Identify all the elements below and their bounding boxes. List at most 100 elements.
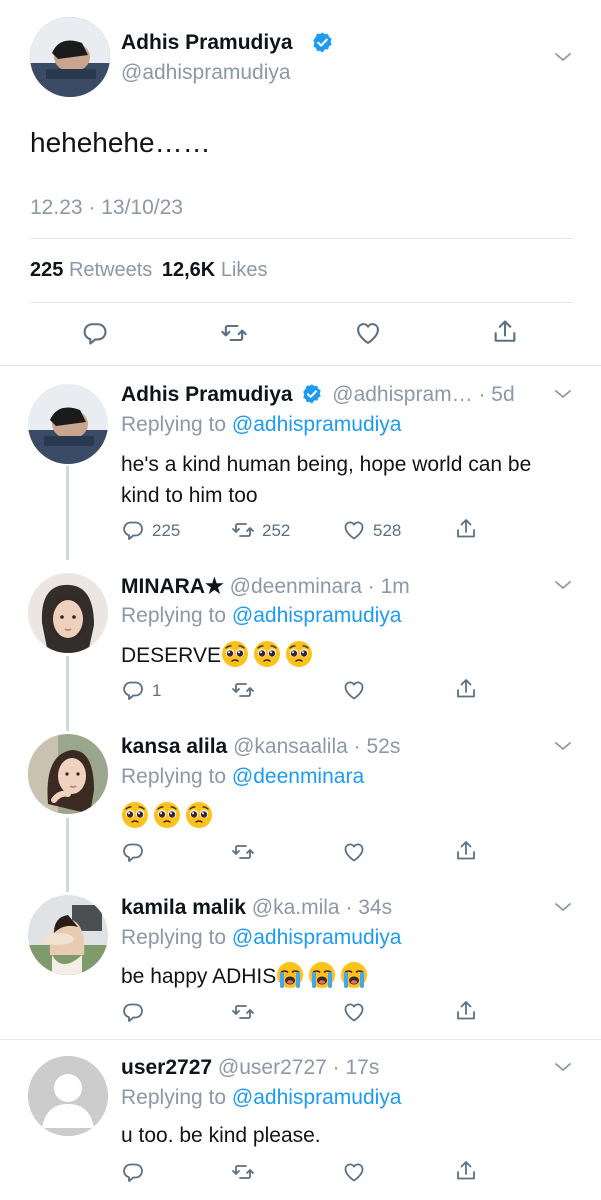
like-icon[interactable]: [342, 840, 366, 864]
reply-time: · 5d: [478, 383, 515, 406]
retweet-icon[interactable]: [230, 678, 256, 702]
reply-icon[interactable]: [121, 1160, 145, 1184]
replying-to-link[interactable]: @adhispramudiya: [232, 1086, 402, 1109]
avatar[interactable]: [28, 734, 108, 814]
retweet-count: 252: [262, 521, 291, 540]
replying-to-link[interactable]: @adhispramudiya: [232, 413, 402, 436]
author-name[interactable]: user2727: [121, 1056, 212, 1079]
replying-to: Replying to @adhispramudiya: [121, 926, 401, 950]
reply-count: 1: [152, 681, 162, 700]
author-handle[interactable]: @kansaalila: [233, 735, 348, 758]
reply-time: · 52s: [353, 735, 401, 758]
pleading-face-icon: [185, 801, 213, 829]
like-icon[interactable]: [342, 678, 366, 702]
retweet-icon[interactable]: [230, 840, 256, 864]
retweet-icon[interactable]: [219, 319, 249, 347]
replying-to: Replying to @adhispramudiya: [121, 1086, 401, 1110]
author-name[interactable]: kamila malik: [121, 896, 246, 919]
chevron-down-icon[interactable]: [553, 50, 573, 64]
like-icon[interactable]: [342, 1160, 366, 1184]
reply-text: DESERVE: [121, 640, 317, 668]
engagement-stats: 225 Retweets 12,6K Likes: [30, 259, 268, 282]
retweet-icon[interactable]: [230, 518, 256, 542]
crying-face-icon: [276, 961, 304, 989]
like-icon[interactable]: [342, 518, 366, 542]
like-count: 528: [373, 521, 402, 540]
retweets-count[interactable]: 225: [30, 259, 63, 281]
share-icon[interactable]: [491, 318, 519, 346]
reply-time: · 17s: [332, 1056, 380, 1079]
author-handle[interactable]: @ka.mila: [252, 896, 340, 919]
reply-header: kamila malik @ka.mila · 34s: [121, 896, 392, 920]
like-icon[interactable]: [354, 319, 382, 347]
replying-to-link[interactable]: @adhispramudiya: [232, 926, 402, 949]
reply-count: 225: [152, 521, 181, 540]
author-handle[interactable]: @adhispramudiya: [121, 61, 291, 85]
share-icon[interactable]: [454, 839, 478, 863]
reply-icon[interactable]: [121, 678, 145, 702]
author-name[interactable]: Adhis Pramudiya: [121, 31, 293, 55]
avatar[interactable]: [28, 1056, 108, 1136]
pleading-face-icon: [121, 801, 149, 829]
reply-time: · 1m: [367, 575, 410, 598]
chevron-down-icon[interactable]: [553, 578, 573, 592]
divider: [30, 238, 573, 239]
replying-prefix: Replying to: [121, 604, 227, 627]
divider: [30, 302, 573, 303]
likes-count[interactable]: 12,6K: [162, 259, 215, 281]
share-icon[interactable]: [454, 1159, 478, 1183]
chevron-down-icon[interactable]: [553, 900, 573, 914]
replying-prefix: Replying to: [121, 413, 227, 436]
divider: [0, 365, 601, 366]
reply-icon[interactable]: [121, 1000, 145, 1024]
avatar[interactable]: [30, 17, 110, 97]
reply-header: user2727 @user2727 · 17s: [121, 1056, 379, 1080]
reply-header: MINARA★ @deenminara · 1m: [121, 574, 410, 599]
replying-to-link[interactable]: @adhispramudiya: [232, 604, 402, 627]
pleading-face-icon: [153, 801, 181, 829]
replying-prefix: Replying to: [121, 926, 227, 949]
chevron-down-icon[interactable]: [553, 387, 573, 401]
retweet-icon[interactable]: [230, 1000, 256, 1024]
author-name[interactable]: MINARA★: [121, 575, 224, 598]
reply-icon[interactable]: [81, 319, 109, 347]
thread-line: [66, 818, 69, 892]
pleading-face-icon: [285, 640, 313, 668]
thread-line: [66, 466, 69, 560]
reply-text: he's a kind human being, hope world can …: [121, 453, 532, 507]
crying-face-icon: [340, 961, 368, 989]
author-handle[interactable]: @user2727: [218, 1056, 327, 1079]
replying-prefix: Replying to: [121, 1086, 227, 1109]
crying-face-icon: [308, 961, 336, 989]
verified-icon: [311, 31, 334, 54]
author-name[interactable]: kansa alila: [121, 735, 227, 758]
like-icon[interactable]: [342, 1000, 366, 1024]
retweets-label[interactable]: Retweets: [69, 259, 152, 281]
author-name[interactable]: Adhis Pramudiya: [121, 383, 293, 406]
reply-icon[interactable]: [121, 518, 145, 542]
avatar[interactable]: [28, 384, 108, 464]
replying-to-link[interactable]: @deenminara: [232, 765, 364, 788]
avatar[interactable]: [28, 895, 108, 975]
chevron-down-icon[interactable]: [553, 1060, 573, 1074]
chevron-down-icon[interactable]: [553, 739, 573, 753]
reply-icon[interactable]: [121, 840, 145, 864]
retweet-icon[interactable]: [230, 1160, 256, 1184]
reply-text: [121, 801, 217, 829]
avatar[interactable]: [28, 573, 108, 653]
replying-to: Replying to @adhispramudiya: [121, 604, 401, 628]
author-handle[interactable]: @deenminara: [230, 575, 362, 598]
likes-label[interactable]: Likes: [221, 259, 268, 281]
reply-time: · 34s: [345, 896, 393, 919]
replying-to: Replying to @adhispramudiya: [121, 413, 401, 437]
reply-text-content: DESERVE: [121, 644, 221, 667]
share-icon[interactable]: [454, 677, 478, 701]
reply-text: be happy ADHIS: [121, 961, 372, 989]
reply-header: kansa alila @kansaalila · 52s: [121, 735, 400, 759]
pleading-face-icon: [253, 640, 281, 668]
tweet-text: hehehehe……: [30, 127, 211, 158]
share-icon[interactable]: [454, 517, 478, 541]
author-handle[interactable]: @adhispram…: [332, 383, 472, 406]
share-icon[interactable]: [454, 999, 478, 1023]
replying-to: Replying to @deenminara: [121, 765, 364, 789]
